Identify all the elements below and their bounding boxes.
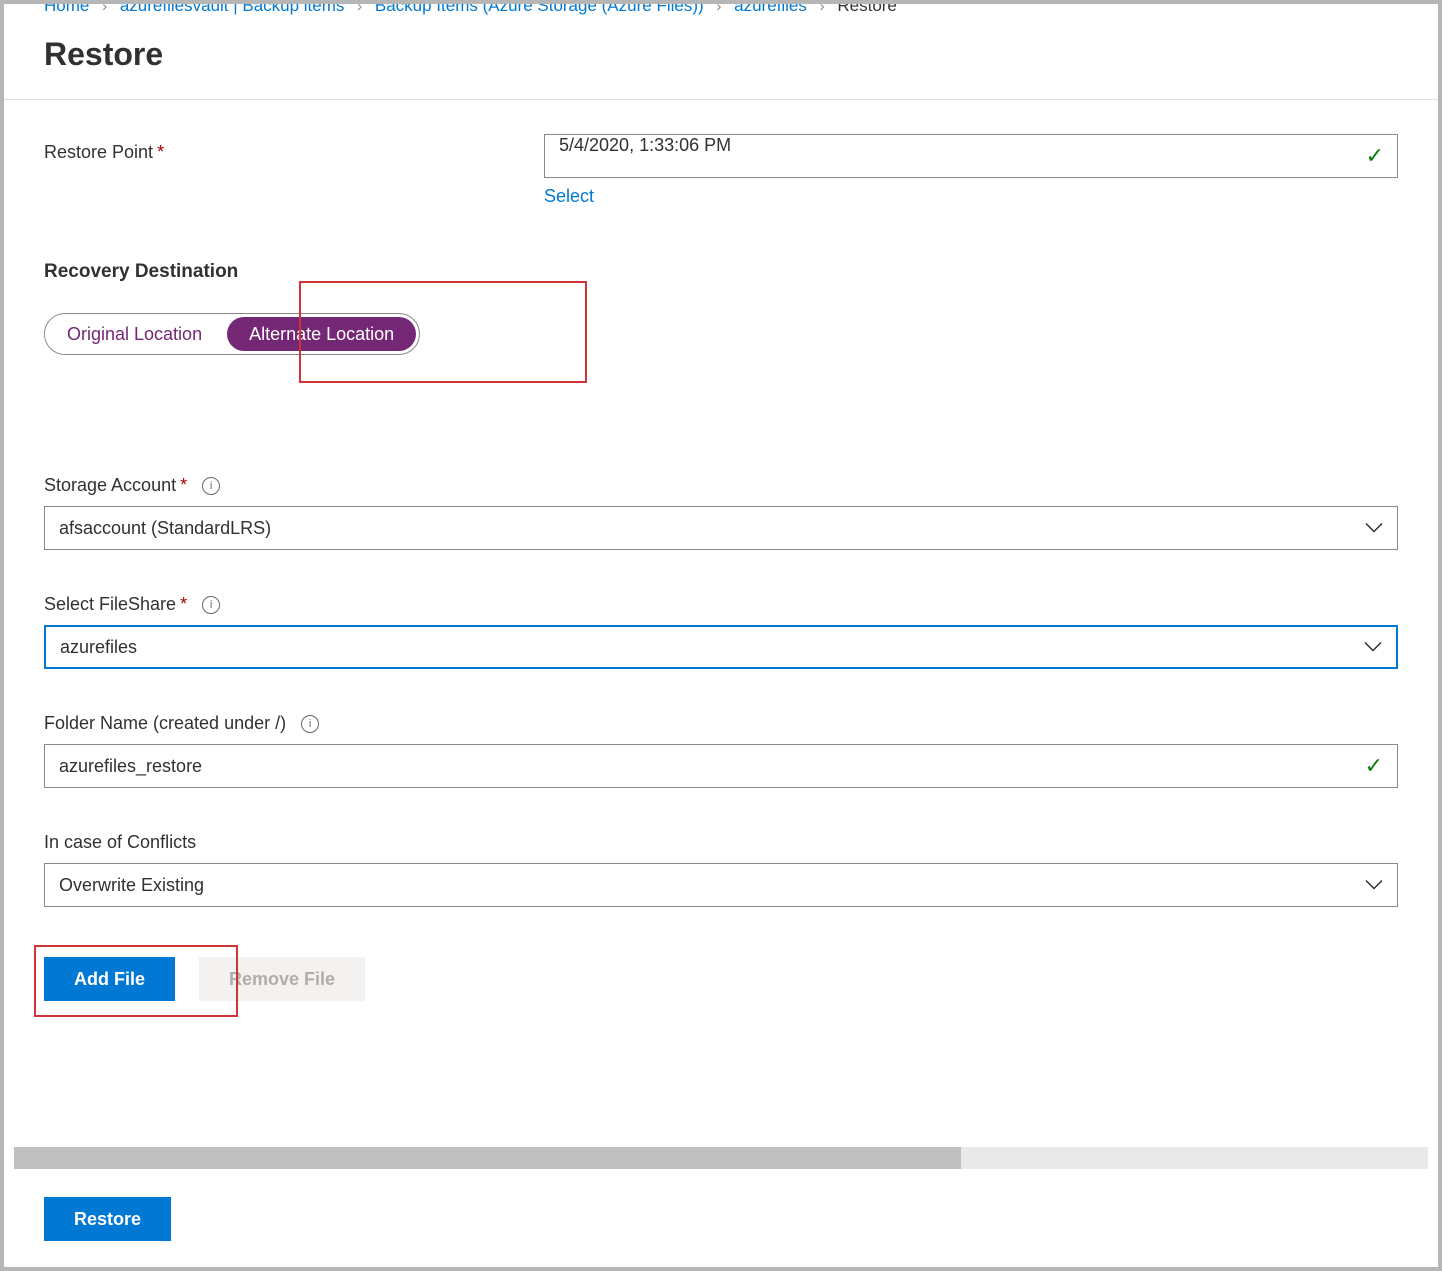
breadcrumb-backup-items[interactable]: Backup Items (Azure Storage (Azure Files…	[375, 0, 704, 15]
checkmark-icon: ✓	[1366, 143, 1384, 169]
conflicts-label: In case of Conflicts	[44, 832, 1398, 853]
recovery-destination-label: Recovery Destination	[44, 261, 1398, 283]
restore-point-label: Restore Point*	[44, 134, 544, 163]
pill-original-location[interactable]: Original Location	[45, 314, 224, 354]
annotation-highlight	[299, 281, 587, 383]
scrollbar-thumb[interactable]	[14, 1147, 961, 1169]
annotation-highlight	[34, 945, 238, 1017]
breadcrumb-vault[interactable]: azurefilesvault | Backup items	[120, 0, 345, 15]
restore-button[interactable]: Restore	[44, 1197, 171, 1241]
chevron-down-icon	[1364, 637, 1382, 658]
chevron-right-icon: ›	[102, 0, 107, 15]
breadcrumb-current: Restore	[837, 0, 897, 15]
restore-point-field[interactable]: 5/4/2020, 1:33:06 PM	[544, 134, 1398, 178]
chevron-right-icon: ›	[357, 0, 362, 15]
page-title: Restore	[4, 22, 1438, 100]
conflicts-dropdown[interactable]: Overwrite Existing	[44, 863, 1398, 907]
fileshare-label: Select FileShare* i	[44, 594, 1398, 615]
folder-name-label: Folder Name (created under /) i	[44, 713, 1398, 734]
storage-account-dropdown[interactable]: afsaccount (StandardLRS)	[44, 506, 1398, 550]
chevron-right-icon: ›	[820, 0, 825, 15]
storage-account-label: Storage Account* i	[44, 475, 1398, 496]
fileshare-dropdown[interactable]: azurefiles	[44, 625, 1398, 669]
info-icon[interactable]: i	[301, 715, 319, 733]
chevron-down-icon	[1365, 518, 1383, 539]
chevron-right-icon: ›	[716, 0, 721, 15]
checkmark-icon: ✓	[1365, 753, 1383, 779]
breadcrumb-home[interactable]: Home	[44, 0, 89, 15]
info-icon[interactable]: i	[202, 596, 220, 614]
folder-name-input[interactable]: azurefiles_restore ✓	[44, 744, 1398, 788]
breadcrumb: Home › azurefilesvault | Backup items › …	[4, 0, 1438, 22]
select-restore-point-link[interactable]: Select	[544, 186, 594, 207]
breadcrumb-azurefiles[interactable]: azurefiles	[734, 0, 807, 15]
info-icon[interactable]: i	[202, 477, 220, 495]
chevron-down-icon	[1365, 875, 1383, 896]
horizontal-scrollbar[interactable]	[14, 1147, 1428, 1169]
